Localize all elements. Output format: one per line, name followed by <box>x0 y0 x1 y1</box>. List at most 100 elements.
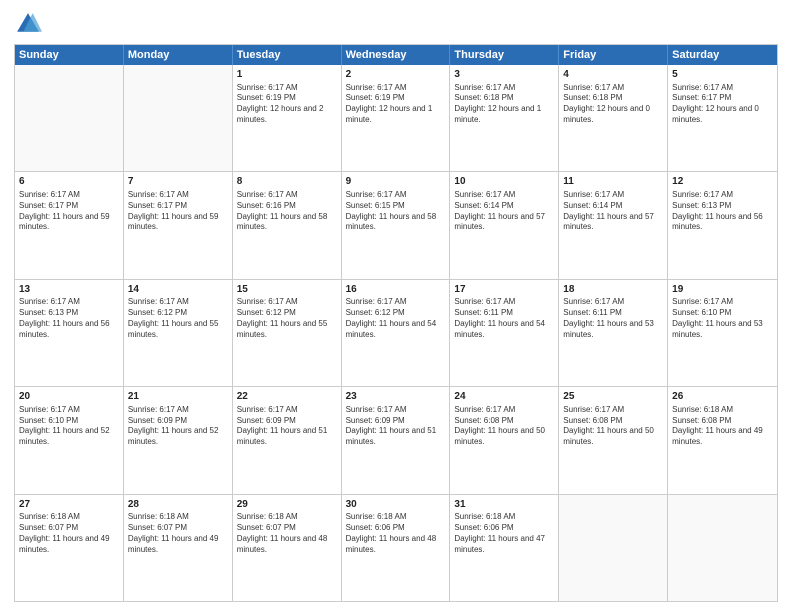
calendar-row-4: 20Sunrise: 6:17 AMSunset: 6:10 PMDayligh… <box>15 386 777 493</box>
day-cell-26: 26Sunrise: 6:18 AMSunset: 6:08 PMDayligh… <box>668 387 777 493</box>
empty-cell <box>124 65 233 171</box>
day-number: 16 <box>346 283 446 297</box>
day-number: 19 <box>672 283 773 297</box>
day-number: 14 <box>128 283 228 297</box>
logo <box>14 10 46 38</box>
day-number: 23 <box>346 390 446 404</box>
day-number: 9 <box>346 175 446 189</box>
day-cell-10: 10Sunrise: 6:17 AMSunset: 6:14 PMDayligh… <box>450 172 559 278</box>
day-number: 20 <box>19 390 119 404</box>
day-info: Sunrise: 6:17 AMSunset: 6:13 PMDaylight:… <box>19 297 119 340</box>
day-cell-6: 6Sunrise: 6:17 AMSunset: 6:17 PMDaylight… <box>15 172 124 278</box>
header-day-tuesday: Tuesday <box>233 45 342 65</box>
day-cell-23: 23Sunrise: 6:17 AMSunset: 6:09 PMDayligh… <box>342 387 451 493</box>
day-number: 28 <box>128 498 228 512</box>
day-info: Sunrise: 6:18 AMSunset: 6:07 PMDaylight:… <box>19 512 119 555</box>
day-number: 31 <box>454 498 554 512</box>
day-number: 2 <box>346 68 446 82</box>
calendar: SundayMondayTuesdayWednesdayThursdayFrid… <box>14 44 778 602</box>
day-info: Sunrise: 6:17 AMSunset: 6:14 PMDaylight:… <box>454 190 554 233</box>
day-info: Sunrise: 6:17 AMSunset: 6:09 PMDaylight:… <box>346 405 446 448</box>
header-day-thursday: Thursday <box>450 45 559 65</box>
day-cell-25: 25Sunrise: 6:17 AMSunset: 6:08 PMDayligh… <box>559 387 668 493</box>
day-cell-20: 20Sunrise: 6:17 AMSunset: 6:10 PMDayligh… <box>15 387 124 493</box>
day-number: 18 <box>563 283 663 297</box>
day-number: 3 <box>454 68 554 82</box>
day-info: Sunrise: 6:17 AMSunset: 6:12 PMDaylight:… <box>346 297 446 340</box>
day-number: 10 <box>454 175 554 189</box>
day-info: Sunrise: 6:17 AMSunset: 6:17 PMDaylight:… <box>128 190 228 233</box>
day-info: Sunrise: 6:17 AMSunset: 6:08 PMDaylight:… <box>454 405 554 448</box>
header-day-monday: Monday <box>124 45 233 65</box>
calendar-header: SundayMondayTuesdayWednesdayThursdayFrid… <box>15 45 777 65</box>
day-number: 5 <box>672 68 773 82</box>
day-info: Sunrise: 6:17 AMSunset: 6:17 PMDaylight:… <box>19 190 119 233</box>
day-number: 25 <box>563 390 663 404</box>
day-info: Sunrise: 6:17 AMSunset: 6:09 PMDaylight:… <box>128 405 228 448</box>
day-info: Sunrise: 6:17 AMSunset: 6:15 PMDaylight:… <box>346 190 446 233</box>
day-info: Sunrise: 6:17 AMSunset: 6:18 PMDaylight:… <box>563 83 663 126</box>
day-info: Sunrise: 6:17 AMSunset: 6:13 PMDaylight:… <box>672 190 773 233</box>
day-cell-14: 14Sunrise: 6:17 AMSunset: 6:12 PMDayligh… <box>124 280 233 386</box>
day-cell-28: 28Sunrise: 6:18 AMSunset: 6:07 PMDayligh… <box>124 495 233 601</box>
logo-icon <box>14 10 42 38</box>
day-info: Sunrise: 6:17 AMSunset: 6:11 PMDaylight:… <box>563 297 663 340</box>
empty-cell <box>15 65 124 171</box>
day-cell-29: 29Sunrise: 6:18 AMSunset: 6:07 PMDayligh… <box>233 495 342 601</box>
day-cell-22: 22Sunrise: 6:17 AMSunset: 6:09 PMDayligh… <box>233 387 342 493</box>
day-info: Sunrise: 6:18 AMSunset: 6:08 PMDaylight:… <box>672 405 773 448</box>
day-cell-12: 12Sunrise: 6:17 AMSunset: 6:13 PMDayligh… <box>668 172 777 278</box>
day-info: Sunrise: 6:17 AMSunset: 6:11 PMDaylight:… <box>454 297 554 340</box>
day-number: 15 <box>237 283 337 297</box>
day-number: 29 <box>237 498 337 512</box>
day-cell-21: 21Sunrise: 6:17 AMSunset: 6:09 PMDayligh… <box>124 387 233 493</box>
day-info: Sunrise: 6:17 AMSunset: 6:17 PMDaylight:… <box>672 83 773 126</box>
day-info: Sunrise: 6:18 AMSunset: 6:06 PMDaylight:… <box>346 512 446 555</box>
day-cell-19: 19Sunrise: 6:17 AMSunset: 6:10 PMDayligh… <box>668 280 777 386</box>
day-cell-13: 13Sunrise: 6:17 AMSunset: 6:13 PMDayligh… <box>15 280 124 386</box>
day-cell-3: 3Sunrise: 6:17 AMSunset: 6:18 PMDaylight… <box>450 65 559 171</box>
day-number: 24 <box>454 390 554 404</box>
empty-cell <box>559 495 668 601</box>
day-number: 6 <box>19 175 119 189</box>
day-cell-30: 30Sunrise: 6:18 AMSunset: 6:06 PMDayligh… <box>342 495 451 601</box>
day-number: 7 <box>128 175 228 189</box>
day-number: 30 <box>346 498 446 512</box>
day-cell-11: 11Sunrise: 6:17 AMSunset: 6:14 PMDayligh… <box>559 172 668 278</box>
calendar-row-5: 27Sunrise: 6:18 AMSunset: 6:07 PMDayligh… <box>15 494 777 601</box>
day-number: 1 <box>237 68 337 82</box>
calendar-row-2: 6Sunrise: 6:17 AMSunset: 6:17 PMDaylight… <box>15 171 777 278</box>
day-cell-31: 31Sunrise: 6:18 AMSunset: 6:06 PMDayligh… <box>450 495 559 601</box>
day-info: Sunrise: 6:17 AMSunset: 6:14 PMDaylight:… <box>563 190 663 233</box>
header-day-sunday: Sunday <box>15 45 124 65</box>
day-info: Sunrise: 6:18 AMSunset: 6:07 PMDaylight:… <box>237 512 337 555</box>
day-cell-1: 1Sunrise: 6:17 AMSunset: 6:19 PMDaylight… <box>233 65 342 171</box>
day-number: 26 <box>672 390 773 404</box>
calendar-row-3: 13Sunrise: 6:17 AMSunset: 6:13 PMDayligh… <box>15 279 777 386</box>
day-info: Sunrise: 6:17 AMSunset: 6:19 PMDaylight:… <box>237 83 337 126</box>
day-number: 27 <box>19 498 119 512</box>
day-cell-9: 9Sunrise: 6:17 AMSunset: 6:15 PMDaylight… <box>342 172 451 278</box>
page: SundayMondayTuesdayWednesdayThursdayFrid… <box>0 0 792 612</box>
day-cell-27: 27Sunrise: 6:18 AMSunset: 6:07 PMDayligh… <box>15 495 124 601</box>
day-cell-18: 18Sunrise: 6:17 AMSunset: 6:11 PMDayligh… <box>559 280 668 386</box>
header-day-wednesday: Wednesday <box>342 45 451 65</box>
day-cell-15: 15Sunrise: 6:17 AMSunset: 6:12 PMDayligh… <box>233 280 342 386</box>
day-number: 21 <box>128 390 228 404</box>
day-number: 12 <box>672 175 773 189</box>
header-day-friday: Friday <box>559 45 668 65</box>
day-cell-7: 7Sunrise: 6:17 AMSunset: 6:17 PMDaylight… <box>124 172 233 278</box>
calendar-row-1: 1Sunrise: 6:17 AMSunset: 6:19 PMDaylight… <box>15 65 777 171</box>
day-info: Sunrise: 6:18 AMSunset: 6:06 PMDaylight:… <box>454 512 554 555</box>
day-cell-24: 24Sunrise: 6:17 AMSunset: 6:08 PMDayligh… <box>450 387 559 493</box>
day-number: 11 <box>563 175 663 189</box>
empty-cell <box>668 495 777 601</box>
day-cell-5: 5Sunrise: 6:17 AMSunset: 6:17 PMDaylight… <box>668 65 777 171</box>
day-number: 22 <box>237 390 337 404</box>
header-day-saturday: Saturday <box>668 45 777 65</box>
day-cell-4: 4Sunrise: 6:17 AMSunset: 6:18 PMDaylight… <box>559 65 668 171</box>
day-info: Sunrise: 6:17 AMSunset: 6:12 PMDaylight:… <box>128 297 228 340</box>
day-info: Sunrise: 6:17 AMSunset: 6:12 PMDaylight:… <box>237 297 337 340</box>
day-info: Sunrise: 6:17 AMSunset: 6:10 PMDaylight:… <box>19 405 119 448</box>
day-info: Sunrise: 6:17 AMSunset: 6:09 PMDaylight:… <box>237 405 337 448</box>
